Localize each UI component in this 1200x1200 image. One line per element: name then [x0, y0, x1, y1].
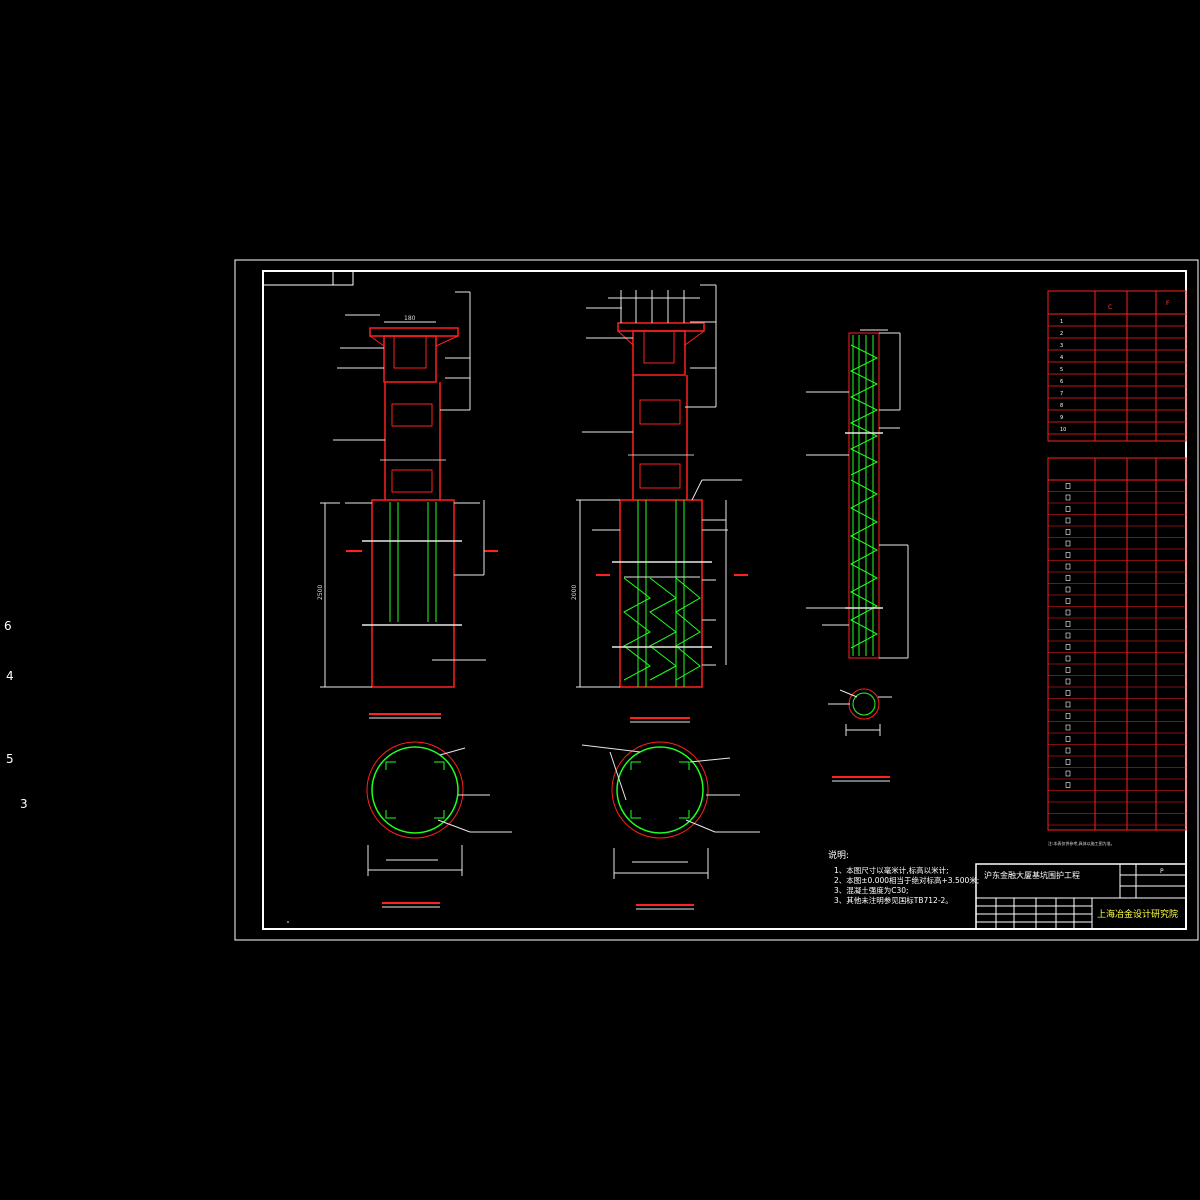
title-block: 沪东金融大厦基坑围护工程 P 上海冶金设计研究院 [975, 863, 1187, 930]
bottom-table-row-mark [1065, 770, 1071, 777]
bottom-table-row-mark [1065, 678, 1071, 685]
bottom-table-row-mark [1065, 713, 1071, 719]
left-pile-elevation: 2500 180 [317, 291, 498, 719]
bottom-table-row-mark [1065, 494, 1071, 501]
middle-pile-elevation: 2000 [571, 284, 748, 723]
note-1: 1、本图尺寸以毫米计,标高以米计; [834, 865, 949, 875]
notes: 说明: 1、本图尺寸以毫米计,标高以米计; 2、本图±0.000相当于绝对标高+… [828, 849, 979, 905]
top-table-row-mark: 10 [1060, 427, 1066, 433]
bottom-table-row-mark [1065, 575, 1071, 581]
bottom-table-row-mark [1065, 782, 1071, 788]
left-mark-3: 5 [6, 752, 14, 766]
bottom-table-row-mark [1065, 621, 1071, 627]
top-table: C F 1 2 3 4 5 6 7 8 9 10 [1047, 290, 1187, 442]
left-mark-1: 6 [4, 619, 12, 633]
bottom-table-row-mark [1065, 563, 1071, 570]
bottom-table-row-mark [1065, 667, 1071, 673]
note-4: 3、其他未注明参见国标TB712-2。 [834, 895, 953, 905]
top-width-dim: 180 [404, 315, 416, 322]
top-table-header-f: F [1166, 300, 1170, 307]
frame-dot [287, 921, 289, 923]
bottom-table: 注:本表仅供参考,具体以施工图为准。 [1047, 457, 1187, 846]
institute-name: 上海冶金设计研究院 [1097, 908, 1178, 920]
left-section [366, 741, 512, 908]
bottom-table-row-mark [1065, 759, 1071, 765]
top-table-row-mark: 4 [1060, 355, 1063, 361]
notes-heading: 说明: [828, 849, 849, 861]
bottom-table-row-mark [1065, 517, 1071, 524]
top-table-row-mark: 1 [1060, 319, 1063, 325]
top-table-row-mark: 5 [1060, 367, 1063, 373]
bottom-table-row-mark [1065, 506, 1071, 512]
bottom-table-row-mark [1065, 483, 1071, 489]
note-3: 3、混凝土强度为C30; [834, 885, 909, 895]
bottom-table-footnote: 注:本表仅供参考,具体以施工图为准。 [1048, 840, 1115, 846]
bottom-table-row-mark [1065, 747, 1071, 754]
right-pile-rebar-elevation [806, 329, 909, 782]
bottom-table-row-mark [1065, 690, 1071, 696]
bottom-table-row-mark [1065, 655, 1071, 662]
left-marks: 6 4 5 3 [4, 619, 28, 811]
project-title: 沪东金融大厦基坑围护工程 [984, 870, 1080, 880]
bottom-table-row-mark [1065, 724, 1071, 731]
top-table-header-c: C [1108, 304, 1112, 311]
corner-tag [262, 270, 354, 286]
bottom-table-row-mark [1065, 586, 1071, 593]
bottom-table-row-mark [1065, 552, 1071, 558]
top-table-rows: 1 2 3 4 5 6 7 8 9 10 [1048, 319, 1186, 435]
top-table-row-mark: 3 [1060, 343, 1063, 349]
cad-drawing-canvas: 6 4 5 3 2500 180 2000 说明: 1、本图尺寸以毫米计,标高以… [4, 259, 1199, 941]
note-2: 2、本图±0.000相当于绝对标高+3.500米; [834, 875, 979, 885]
top-table-row-mark: 8 [1060, 403, 1063, 409]
top-table-row-mark: 6 [1060, 379, 1063, 385]
mid-height-dim: 2000 [571, 585, 578, 600]
bottom-table-row-mark [1065, 540, 1071, 547]
bottom-table-row-mark [1065, 609, 1071, 616]
top-table-row-mark: 2 [1060, 331, 1063, 337]
middle-section [581, 741, 760, 910]
left-mark-4: 3 [20, 797, 28, 811]
top-table-row-mark: 9 [1060, 415, 1063, 421]
left-height-dim: 2500 [317, 585, 324, 600]
sheet-mark: P [1160, 868, 1164, 875]
bottom-table-row-mark [1065, 529, 1071, 535]
bottom-table-row-mark [1065, 632, 1071, 639]
bottom-table-row-mark [1065, 644, 1071, 650]
bottom-table-rows [1048, 483, 1186, 826]
left-mark-2: 4 [6, 669, 14, 683]
bottom-table-row-mark [1065, 701, 1071, 708]
bottom-table-row-mark [1065, 598, 1071, 604]
bottom-table-row-mark [1065, 736, 1071, 742]
top-table-row-mark: 7 [1060, 391, 1063, 397]
